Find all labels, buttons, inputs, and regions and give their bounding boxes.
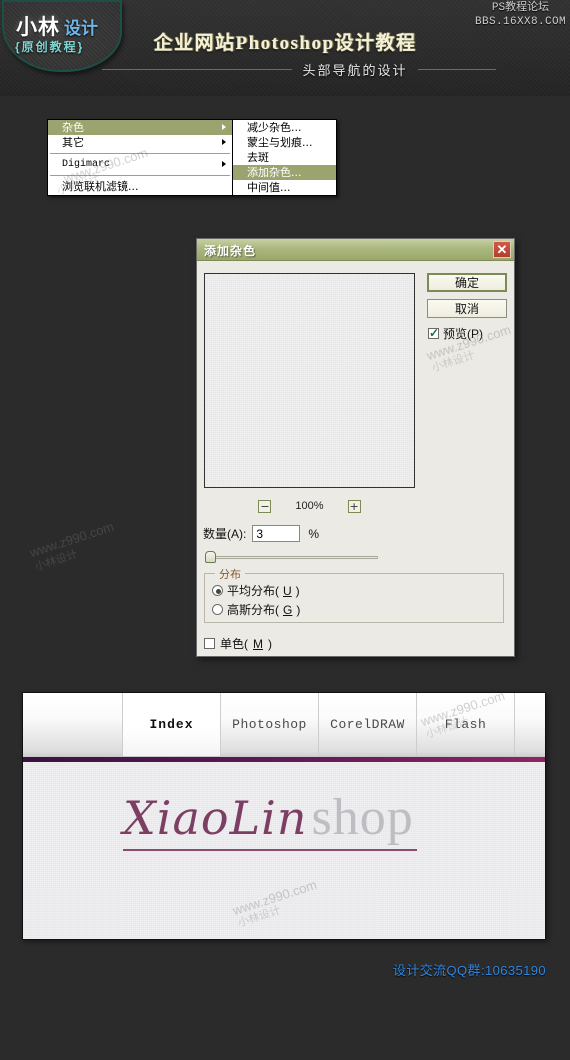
zoom-in-button[interactable]: + <box>347 499 361 513</box>
amount-input[interactable] <box>252 525 301 542</box>
forum-url: BBS.16XX8.COM <box>474 15 566 28</box>
page-title: 企业网站Photoshop设计教程 <box>153 33 417 54</box>
chevron-right-icon <box>222 161 226 167</box>
radio-uniform-icon[interactable] <box>212 585 223 596</box>
menu-item-label: 添加杂色... <box>247 166 302 179</box>
amount-row: 数量(A): % <box>203 525 319 542</box>
header-banner: 小林 设计 {原创教程} 企业网站Photoshop设计教程 头部导航的设计 PS… <box>0 0 570 96</box>
menu-item-label: 蒙尘与划痕... <box>247 136 313 149</box>
menu-separator <box>50 153 230 154</box>
chevron-right-icon <box>222 139 226 145</box>
brand-wordmark: XiaoLinshop <box>123 788 418 851</box>
nav-tab-ph[interactable]: Ph <box>515 693 545 756</box>
menu-item-label: 杂色 <box>62 121 84 134</box>
watermark-site: www.z990.com <box>27 518 116 561</box>
amount-unit-label: % <box>308 526 320 541</box>
slider-thumb[interactable] <box>205 551 216 563</box>
add-noise-dialog: 添加杂色 ✕ − 100% + 数量(A): % 分布 平均分布( U) <box>196 238 515 657</box>
distribution-group: 分布 平均分布( U) 高斯分布( G) <box>204 566 504 623</box>
monochrome-label-before: 单色( <box>220 637 248 651</box>
preview-checkbox-icon[interactable] <box>428 326 439 340</box>
radio-gaussian-icon[interactable] <box>212 604 223 615</box>
preview-checkbox-label: 预览(P) <box>443 327 483 341</box>
zoom-level-value: 100% <box>295 500 324 512</box>
zoom-controls: − 100% + <box>204 497 415 515</box>
menu-item-median[interactable]: 中间值... <box>233 180 336 195</box>
forum-watermark: PS教程论坛 BBS.16XX8.COM <box>475 2 566 30</box>
watermark-author: 小林设计 <box>33 548 80 574</box>
menu-item-label: 其它 <box>62 136 84 149</box>
watermark-author: 小林设计 <box>430 349 477 375</box>
zoom-out-button[interactable]: − <box>258 499 272 513</box>
radio-gaussian-accesskey: G <box>283 602 293 617</box>
menu-item-reduce-noise[interactable]: 减少杂色... <box>233 120 336 135</box>
subtitle-row: 头部导航的设计 <box>0 58 570 80</box>
menu-item-label: Digimarc <box>62 159 111 170</box>
menu-item-label: 浏览联机滤镜... <box>62 180 139 193</box>
amount-label: 数量(A): <box>203 527 247 541</box>
forum-name: PS教程论坛 <box>491 2 550 14</box>
filter-menu[interactable]: 杂色 其它 Digimarc 浏览联机滤镜... 减少杂色... 蒙尘与划痕..… <box>47 119 337 196</box>
radio-uniform-label-after: ) <box>295 583 300 598</box>
nav-tab-index[interactable]: Index <box>123 693 221 756</box>
radio-gaussian[interactable]: 高斯分布( G) <box>212 601 300 618</box>
menu-item-despeckle[interactable]: 去斑 <box>233 150 336 165</box>
radio-gaussian-label-after: ) <box>296 602 301 617</box>
footer-qq-group: 设计交流QQ群:10635190 <box>392 963 546 978</box>
amount-slider[interactable] <box>205 551 379 563</box>
webpage-mockup: Index Photoshop CorelDRAW Flash Ph XiaoL… <box>22 692 546 940</box>
filter-menu-column-primary[interactable]: 杂色 其它 Digimarc 浏览联机滤镜... <box>47 119 233 196</box>
radio-uniform-accesskey: U <box>283 583 292 598</box>
chevron-right-icon <box>222 124 226 130</box>
cancel-button[interactable]: 取消 <box>427 299 507 318</box>
page-subtitle: 头部导航的设计 <box>302 62 408 78</box>
menu-item-label: 减少杂色... <box>247 121 302 134</box>
menu-item-noise[interactable]: 杂色 <box>48 120 232 135</box>
nav-tab-flash[interactable]: Flash <box>417 693 515 756</box>
preview-checkbox-row[interactable]: 预览(P) <box>428 325 483 342</box>
menu-item-browse-online-filters[interactable]: 浏览联机滤镜... <box>48 179 232 194</box>
menu-item-other[interactable]: 其它 <box>48 135 232 150</box>
monochrome-label-after: ) <box>268 636 272 651</box>
page-content-area: XiaoLinshop www.z990.com 小林设计 <box>23 762 545 939</box>
preview-canvas[interactable] <box>204 273 415 488</box>
slider-track <box>210 556 378 559</box>
brand-secondary-text: shop <box>311 789 414 846</box>
site-navigation: Index Photoshop CorelDRAW Flash Ph <box>23 693 545 757</box>
menu-item-dust-and-scratches[interactable]: 蒙尘与划痕... <box>233 135 336 150</box>
subtitle-rule-right <box>417 68 496 70</box>
radio-uniform-label-before: 平均分布( <box>227 584 279 598</box>
menu-item-label: 去斑 <box>247 151 269 164</box>
dialog-title: 添加杂色 <box>204 244 257 258</box>
monochrome-checkbox-row[interactable]: 单色( M) <box>204 635 272 652</box>
nav-tab-photoshop[interactable]: Photoshop <box>221 693 319 756</box>
distribution-legend: 分布 <box>215 566 245 582</box>
radio-gaussian-label-before: 高斯分布( <box>227 603 279 617</box>
monochrome-accesskey: M <box>253 636 263 651</box>
dialog-body: − 100% + 数量(A): % 分布 平均分布( U) 高斯分布( G) <box>197 261 514 657</box>
close-icon[interactable]: ✕ <box>493 241 511 258</box>
radio-uniform[interactable]: 平均分布( U) <box>212 582 300 599</box>
filter-menu-column-noise[interactable]: 减少杂色... 蒙尘与划痕... 去斑 添加杂色... 中间值... <box>233 119 337 196</box>
ok-button[interactable]: 确定 <box>427 273 507 292</box>
watermark-author: 小林设计 <box>236 904 283 930</box>
menu-item-digimarc[interactable]: Digimarc <box>48 157 232 172</box>
monochrome-checkbox-icon[interactable] <box>204 638 215 649</box>
subtitle-rule-left <box>102 68 293 70</box>
watermark-site: www.z990.com <box>230 876 319 919</box>
dialog-titlebar: 添加杂色 ✕ <box>197 239 514 261</box>
nav-tab-coreldraw[interactable]: CorelDRAW <box>319 693 417 756</box>
menu-item-add-noise[interactable]: 添加杂色... <box>233 165 336 180</box>
menu-separator <box>50 175 230 176</box>
menu-item-label: 中间值... <box>247 181 291 194</box>
nav-logo-slot <box>23 693 123 756</box>
